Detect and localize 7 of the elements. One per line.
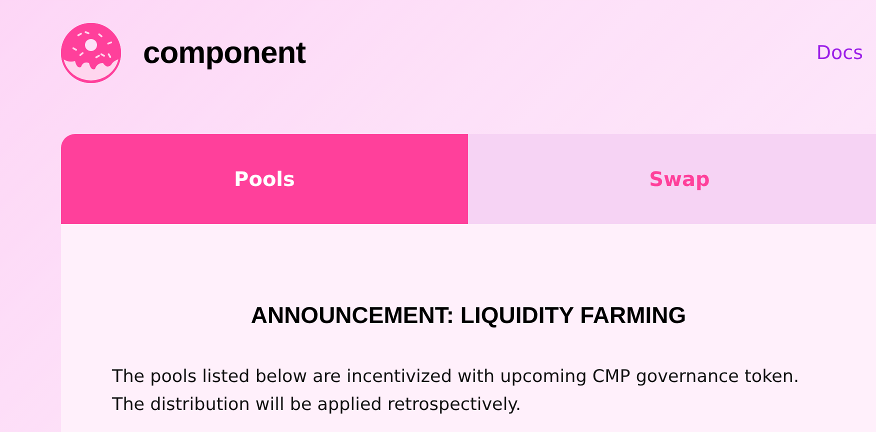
tab[interactable]: Swap	[468, 134, 876, 224]
donut-logo-icon	[61, 22, 121, 82]
docs-link[interactable]: Docs	[816, 42, 863, 64]
tab[interactable]: Pools	[61, 134, 468, 224]
announcement-text: The pools listed below are incentivized with upcoming CMP governance token. The distribution will be applied retrospectively.	[112, 366, 800, 417]
announcement-title: ANNOUNCEMENT: LIQUIDITY FARMING	[250, 302, 688, 329]
brand-name: component	[143, 34, 306, 70]
